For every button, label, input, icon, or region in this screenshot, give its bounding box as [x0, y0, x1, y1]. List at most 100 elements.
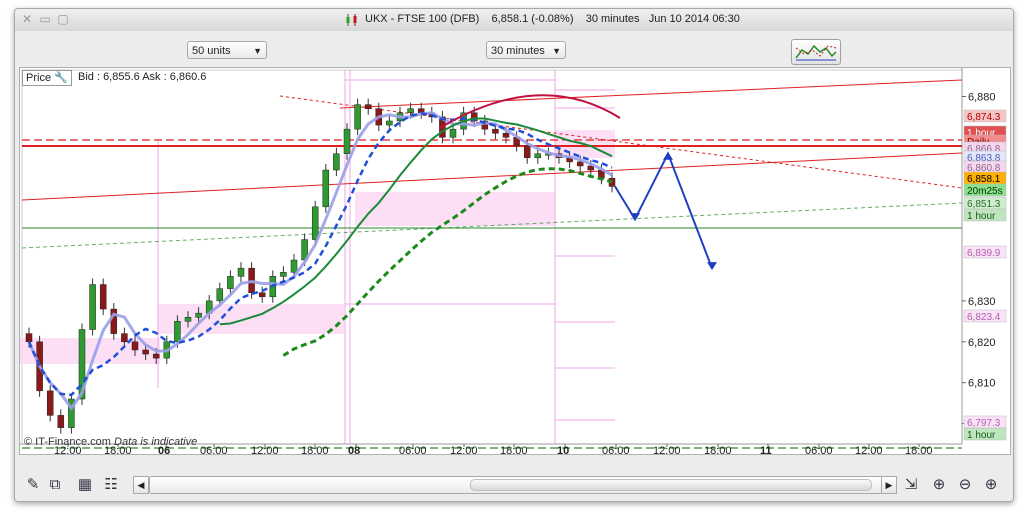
candle-body [280, 272, 287, 277]
drawing-tool-icon[interactable]: ✎ [23, 475, 43, 495]
units-select-value: 50 units [192, 45, 231, 57]
candle-body [25, 333, 33, 343]
x-tick-label: 12:00 [450, 445, 478, 454]
candle-body [227, 276, 234, 289]
scrollbar-thumb[interactable] [470, 479, 872, 491]
candle-body [89, 284, 96, 330]
candle-body [290, 259, 298, 273]
x-tick-label: 11 [760, 445, 772, 454]
x-tick-label: 18:00 [905, 445, 933, 454]
y-tick-label: 6,830 [968, 296, 996, 308]
price-tag-label: 6,823.4 [967, 312, 1001, 323]
timeframe-select[interactable]: 30 minutes ▼ [486, 41, 566, 59]
time-scrollbar[interactable] [149, 476, 883, 494]
candle-body [333, 153, 340, 171]
fit-chart-icon[interactable]: ⇲ [901, 475, 921, 495]
y-tick-label: 6,810 [968, 378, 996, 390]
calculator-icon[interactable]: ▦ [75, 475, 95, 495]
candle-body [46, 390, 54, 416]
candle-body [492, 128, 499, 134]
y-tick-label: 6,820 [968, 337, 996, 349]
candle-body [237, 267, 245, 277]
disclaimer-text: Data is indicative [114, 436, 198, 448]
candlestick-type-icon[interactable]: ⧉ [45, 475, 65, 495]
price-tag-label: 6,839.9 [967, 248, 1001, 259]
candle-body [258, 292, 266, 298]
zoom-out-icon[interactable]: ⊖ [955, 475, 975, 495]
candle-body [184, 316, 192, 322]
chevron-down-icon: ▼ [253, 46, 262, 56]
price-selector-label: Price [26, 72, 52, 84]
bottom-toolbar: ✎ ⧉ ▦ ☷ ◀ ▶ ⇲ ⊕ ⊖ ⊕ [15, 471, 1013, 501]
candle-body [142, 349, 149, 355]
x-tick-label: 12:00 [251, 445, 279, 454]
x-tick-label: 10 [557, 445, 569, 454]
indicator-tool-button[interactable] [791, 39, 841, 65]
price-tag-label: 6,874.3 [967, 112, 1001, 123]
candle-body [343, 128, 351, 154]
price-chart[interactable]: 6,8806,8306,8206,8106,8006,874.31 hourDa… [20, 68, 1010, 457]
candle-body [449, 128, 457, 138]
price-tag-label: 20m25s [967, 186, 1003, 197]
candle-body [502, 132, 510, 138]
maximize-window-icon[interactable]: ▢ [57, 13, 69, 25]
candle-body [121, 333, 128, 343]
interval-label: 30 minutes [585, 13, 640, 25]
bid-ask-readout: Bid : 6,855.6 Ask : 6,860.6 [78, 71, 207, 83]
price-tag-label: 1 hour [967, 430, 996, 441]
candle-body [152, 353, 160, 359]
chart-area[interactable]: 6,8806,8306,8206,8106,8006,874.31 hourDa… [19, 67, 1011, 457]
data-source-note: © IT-Finance.com Data is indicative [24, 436, 197, 448]
x-tick-label: 18:00 [301, 445, 329, 454]
candle-body [311, 206, 319, 240]
close-window-icon[interactable]: ✕ [21, 13, 33, 25]
x-tick-label: 12:00 [653, 445, 681, 454]
chart-window: ✕ ▭ ▢ UKX - FTSE 100 (DFB) 6,858.1 (-0.0… [14, 8, 1014, 502]
x-tick-label: 12:00 [855, 445, 883, 454]
x-tick-label: 06:00 [200, 445, 228, 454]
indicator-chart-icon [795, 44, 837, 61]
timeframe-select-value: 30 minutes [491, 45, 545, 57]
price-change: (-0.08%) [531, 13, 574, 25]
chevron-down-icon: ▼ [552, 46, 561, 56]
candle-body [407, 108, 414, 114]
candle-body [195, 312, 202, 318]
zoom-fit-icon[interactable]: ⊕ [929, 475, 949, 495]
last-price: 6,858.1 [491, 13, 529, 25]
candlestick-icon [346, 14, 357, 26]
wrench-icon[interactable]: 🔧 [54, 72, 68, 84]
candle-body [322, 169, 330, 208]
window-title: UKX - FTSE 100 (DFB) 6,858.1 (-0.08%) 30… [365, 13, 740, 25]
y-tick-label: 6,880 [968, 91, 996, 103]
chart-datetime: Jun 10 2014 06:30 [648, 13, 740, 25]
x-tick-label: 08 [348, 445, 360, 454]
x-tick-label: 06:00 [399, 445, 427, 454]
candle-body [576, 161, 584, 167]
toolbar: 50 units ▼ 30 minutes ▼ [15, 31, 1013, 67]
candle-body [57, 415, 65, 428]
price-selector[interactable]: Price 🔧 [22, 70, 72, 86]
x-tick-label: 18:00 [500, 445, 528, 454]
candle-body [364, 104, 372, 109]
pivot-box [355, 192, 555, 226]
candle-body [386, 120, 393, 126]
instrument-name: UKX - FTSE 100 (DFB) [365, 13, 480, 25]
price-tag-label: 6,858.1 [967, 174, 1001, 185]
candle-body [131, 341, 139, 351]
candle-body [174, 321, 181, 343]
x-tick-label: 06:00 [805, 445, 833, 454]
candle-body [523, 145, 531, 159]
scroll-left-button[interactable]: ◀ [133, 476, 149, 494]
minimize-window-icon[interactable]: ▭ [39, 13, 51, 25]
candle-body [354, 104, 361, 130]
grid-icon[interactable]: ☷ [101, 475, 121, 495]
candle-body [534, 153, 542, 159]
x-tick-label: 06:00 [602, 445, 630, 454]
candle-body [216, 288, 224, 302]
zoom-in-icon[interactable]: ⊕ [981, 475, 1001, 495]
title-bar: ✕ ▭ ▢ UKX - FTSE 100 (DFB) 6,858.1 (-0.0… [15, 9, 1013, 32]
x-tick-label: 18:00 [704, 445, 732, 454]
scroll-right-button[interactable]: ▶ [881, 476, 897, 494]
price-tag-label: 6,797.3 [967, 418, 1001, 429]
units-select[interactable]: 50 units ▼ [187, 41, 267, 59]
